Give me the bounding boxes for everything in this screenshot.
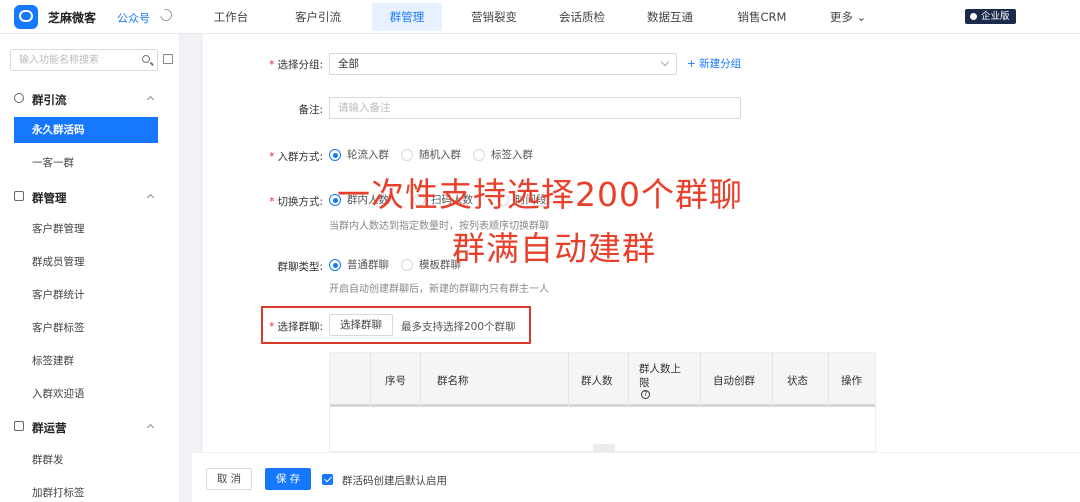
join-mode-label: * 入群方式:	[269, 151, 323, 163]
edition-badge: 企业版	[965, 9, 1016, 24]
switch-mode-label: * 切换方式:	[269, 196, 323, 208]
app-logo-icon[interactable]	[14, 5, 38, 29]
nav-item-group-management[interactable]: 群管理	[372, 3, 442, 31]
top-bar: 芝麻微客 公众号 工作台 客户引流 群管理 营销裂变 会话质检 数据互通 销售C…	[0, 0, 1080, 34]
sidebar-item-group-broadcast[interactable]: 群群发	[14, 447, 158, 473]
cancel-button[interactable]: 取 消	[206, 468, 252, 490]
group-select-label: * 选择分组:	[269, 59, 323, 71]
table-header-status: 状态	[772, 353, 828, 407]
sidebar-item-group-stats[interactable]: 客户群统计	[14, 282, 158, 308]
group-type-help: 开启自动创建群聊后，新建的群聊内只有群主一人	[329, 284, 549, 295]
radio-scan-count[interactable]: 扫码人数	[413, 193, 473, 209]
remark-input[interactable]	[330, 98, 730, 118]
table-header-member-count: 群人数	[568, 353, 628, 407]
save-button[interactable]: 保 存	[265, 468, 311, 490]
group-select[interactable]: 全部	[329, 53, 677, 75]
radio-tag-based[interactable]: 标签入群	[473, 148, 533, 164]
theme-moon-icon[interactable]	[157, 6, 175, 24]
user-icon	[14, 93, 24, 103]
nav-item-quality[interactable]: 会话质检	[546, 0, 618, 34]
sidebar-item-group-members[interactable]: 群成员管理	[14, 249, 158, 275]
nav-item-marketing[interactable]: 营销裂变	[458, 0, 530, 34]
sidebar-item-customer-groups[interactable]: 客户群管理	[14, 216, 158, 242]
sidebar: 群引流 永久群活码 一客一群 群管理 客户群管理 群成员管理 客户群统计 客户群…	[0, 34, 180, 502]
chevron-up-icon	[146, 95, 155, 104]
nav-item-crm[interactable]: 销售CRM	[722, 0, 802, 34]
enable-by-default-label: 群活码创建后默认启用	[342, 475, 447, 487]
sidebar-group-label: 群运营	[32, 421, 67, 435]
sidebar-item-group-tags[interactable]: 客户群标签	[14, 315, 158, 341]
form-panel: *选择分组: 全部 + 新建分组 备注: *入群方式: 轮流入群 随机入群 标签…	[203, 34, 1080, 452]
sidebar-group-management[interactable]: 群管理	[0, 188, 180, 208]
nav-item-more[interactable]: 更多 ⌄	[818, 0, 878, 34]
sidebar-group-label: 群引流	[32, 93, 67, 107]
table-header-name: 群名称	[420, 353, 568, 407]
chevron-down-icon	[660, 57, 670, 67]
question-circle-icon[interactable]: ?	[641, 389, 650, 399]
sidebar-group-traffic[interactable]: 群引流	[0, 90, 180, 110]
badge-dot-icon	[970, 13, 977, 20]
sidebar-item-join-tagging[interactable]: 加群打标签	[14, 480, 158, 502]
switch-mode-help: 当群内人数达到指定数量时，按列表顺序切换群聊	[329, 221, 549, 232]
radio-time-period[interactable]: 时间段	[497, 193, 547, 209]
enable-by-default-checkbox[interactable]	[322, 474, 333, 485]
radio-normal-group[interactable]: 普通群聊	[329, 258, 389, 274]
sidebar-item-one-customer-one-group[interactable]: 一客一群	[14, 150, 158, 176]
nav-item-data-sync[interactable]: 数据互通	[634, 0, 706, 34]
sidebar-item-tag-build-group[interactable]: 标签建群	[14, 348, 158, 374]
table-header-select	[330, 353, 370, 407]
pick-group-button[interactable]: 选择群聊	[329, 314, 393, 336]
sidebar-group-operations[interactable]: 群运营	[0, 418, 180, 438]
sidebar-item-permanent-qr[interactable]: 永久群活码	[14, 117, 158, 143]
table-header-actions: 操作	[828, 353, 875, 407]
sidebar-group-label: 群管理	[32, 191, 67, 205]
chat-group-icon	[14, 191, 24, 201]
form-footer: 取 消 保 存 群活码创建后默认启用	[192, 452, 1080, 502]
sidebar-search	[10, 49, 158, 71]
table-header-index: 序号	[370, 353, 420, 407]
new-group-link[interactable]: + 新建分组	[687, 56, 741, 71]
app-name: 芝麻微客	[48, 11, 97, 25]
remark-field	[329, 97, 741, 119]
table-scroll-thumb[interactable]	[593, 444, 615, 452]
search-icon[interactable]	[142, 55, 150, 63]
chevron-up-icon	[146, 423, 155, 432]
radio-template-group[interactable]: 模板群聊	[401, 258, 461, 274]
collapse-sidebar-icon[interactable]	[163, 54, 173, 64]
chevron-up-icon	[146, 193, 155, 202]
remark-label: 备注:	[298, 104, 323, 116]
account-type-link[interactable]: 公众号	[117, 10, 150, 26]
table-header-member-limit: 群人数上限?	[628, 353, 700, 407]
group-type-label: 群聊类型:	[277, 261, 323, 273]
radio-random[interactable]: 随机入群	[401, 148, 461, 164]
group-select-value: 全部	[338, 58, 359, 70]
pick-group-hint: 最多支持选择200个群聊	[401, 321, 516, 333]
nav-item-traffic[interactable]: 客户引流	[282, 0, 354, 34]
pick-group-label: * 选择群聊:	[269, 321, 323, 333]
table-header-auto-create: 自动创群	[700, 353, 772, 407]
sidebar-item-welcome-message[interactable]: 入群欢迎语	[14, 381, 158, 407]
nav-item-workbench[interactable]: 工作台	[200, 0, 262, 34]
chat-group-icon	[14, 421, 24, 431]
radio-round-robin[interactable]: 轮流入群	[329, 148, 389, 164]
table-header: 序号 群名称 群人数 群人数上限? 自动创群 状态 操作	[330, 353, 875, 407]
radio-member-count[interactable]: 群内人数	[329, 193, 389, 209]
group-table: 序号 群名称 群人数 群人数上限? 自动创群 状态 操作	[329, 352, 876, 452]
sidebar-search-input[interactable]	[11, 50, 131, 70]
